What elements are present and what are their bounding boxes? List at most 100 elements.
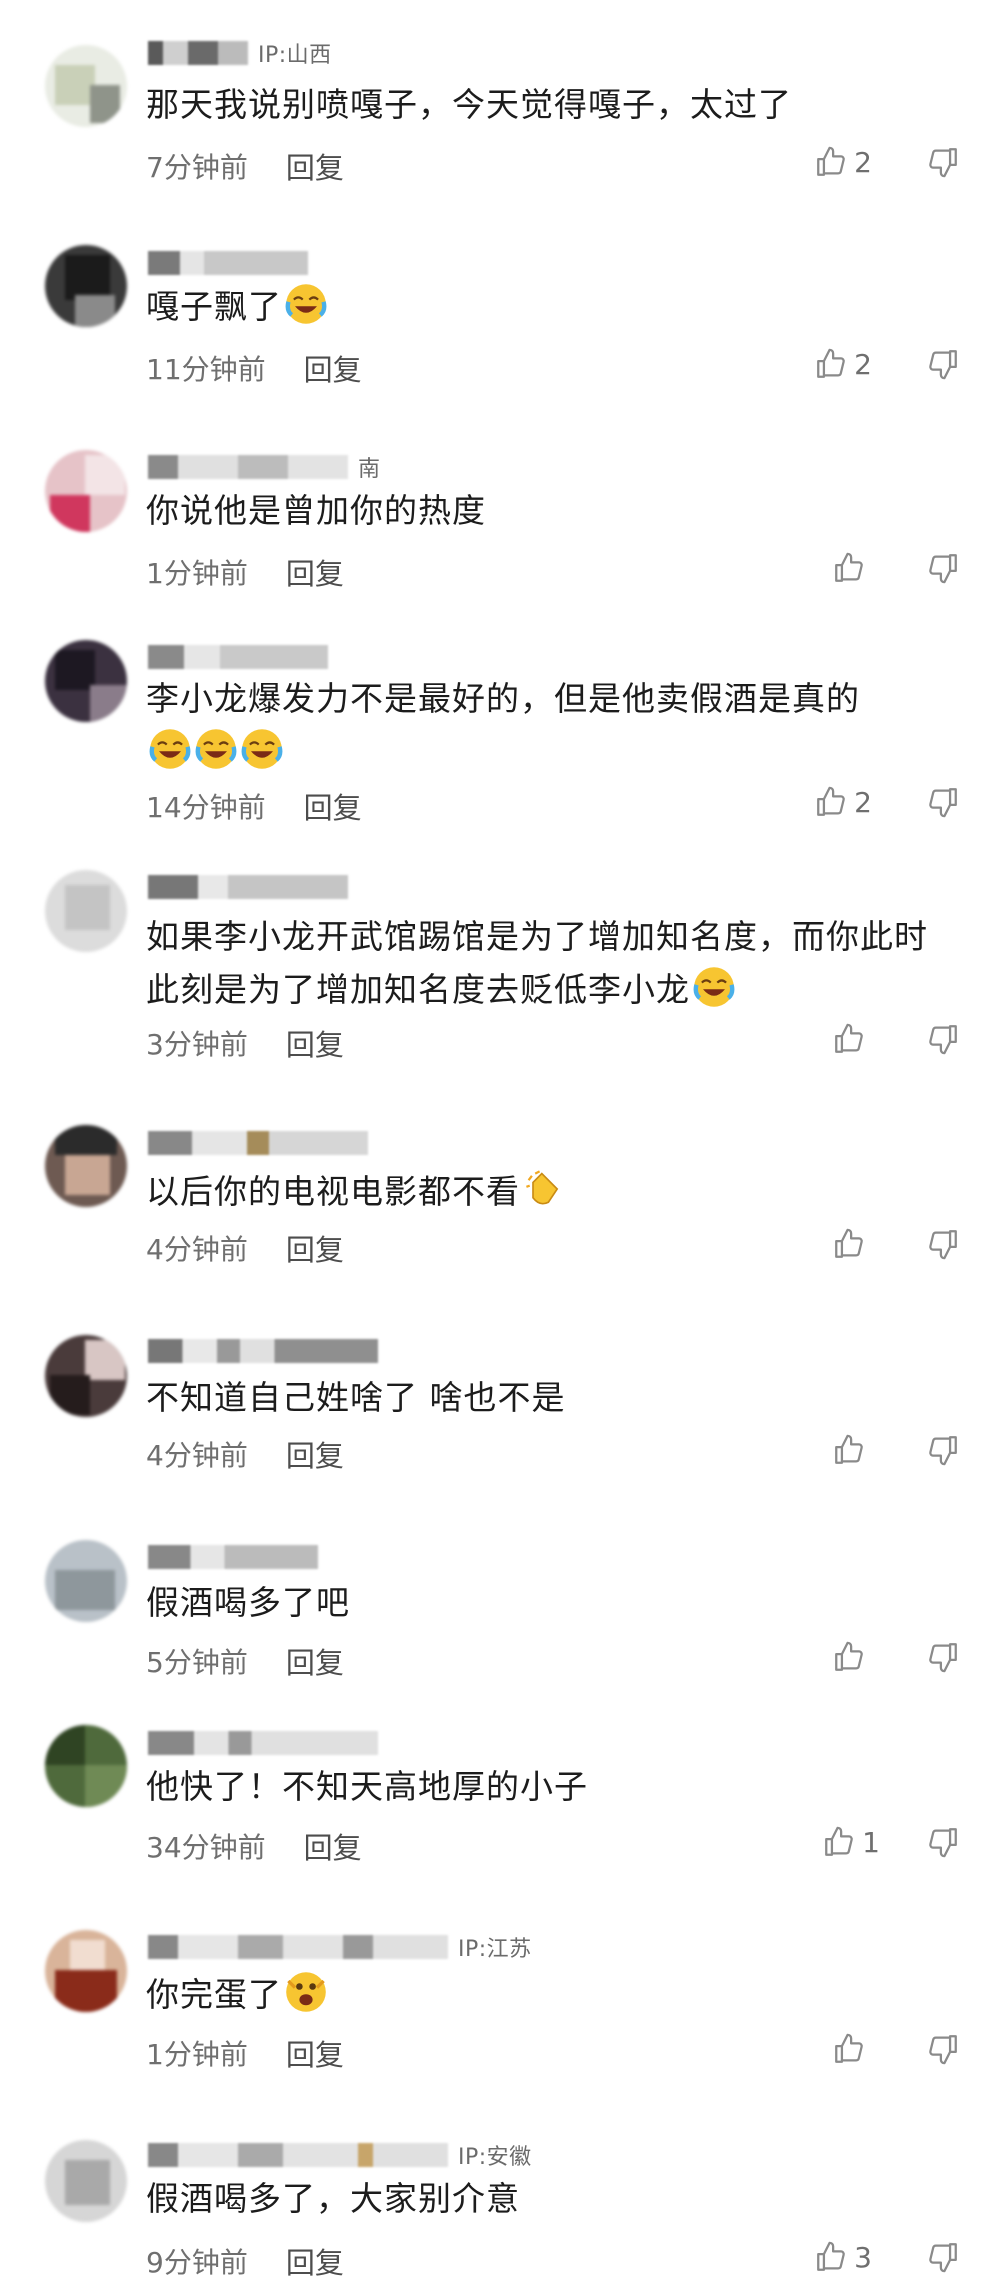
username-row: 南: [148, 452, 381, 482]
username-row: [148, 1728, 378, 1758]
avatar[interactable]: [45, 2140, 127, 2222]
comment-text: 你完蛋了: [146, 1968, 952, 2021]
reply-button[interactable]: 回复: [286, 1640, 344, 1682]
username-row: [148, 1336, 378, 1366]
ip-location: IP:山西: [258, 43, 332, 68]
like-button[interactable]: [832, 551, 872, 585]
comment-text: 不知道自己姓啥了 啥也不是: [146, 1378, 566, 1417]
reply-button[interactable]: 回复: [304, 347, 362, 389]
thumbs-down-icon: [926, 1825, 960, 1859]
thumbs-up-icon: [814, 2240, 848, 2274]
thumbs-down-icon: [926, 1433, 960, 1467]
like-count: 2: [854, 785, 872, 819]
avatar[interactable]: [45, 245, 127, 327]
thumbs-down-icon: [926, 347, 960, 381]
comment-text: 李小龙爆发力不是最好的，但是他卖假酒是真的: [146, 672, 952, 778]
like-button[interactable]: [832, 1022, 872, 1056]
reply-button[interactable]: 回复: [304, 1825, 362, 1867]
avatar[interactable]: [45, 1725, 127, 1807]
dislike-button[interactable]: [926, 1825, 960, 1859]
avatar[interactable]: [45, 1125, 127, 1207]
dislike-button[interactable]: [926, 2240, 960, 2274]
reply-button[interactable]: 回复: [286, 2240, 344, 2282]
like-button[interactable]: 1: [822, 1825, 880, 1859]
comment-text: 他快了！不知天高地厚的小子: [146, 1767, 588, 1806]
comment-meta: 1分钟前 回复: [146, 2032, 344, 2074]
like-button[interactable]: 2: [814, 347, 872, 381]
like-count: 2: [854, 145, 872, 179]
avatar[interactable]: [45, 640, 127, 722]
like-button[interactable]: [832, 2032, 872, 2066]
username-mosaic: [148, 1339, 378, 1363]
avatar[interactable]: [45, 1540, 127, 1622]
like-button[interactable]: 2: [814, 145, 872, 179]
like-button[interactable]: 3: [814, 2240, 872, 2274]
username-row: [148, 872, 348, 902]
comment-meta: 3分钟前 回复: [146, 1022, 344, 1064]
comment-meta: 9分钟前 回复: [146, 2240, 344, 2282]
laughing-crying-emoji: [284, 282, 328, 326]
like-count: 1: [862, 1825, 880, 1859]
avatar[interactable]: [45, 450, 127, 532]
dislike-button[interactable]: [926, 1433, 960, 1467]
thumbs-up-icon: [822, 1825, 856, 1859]
timestamp: 14分钟前: [146, 791, 266, 824]
comment-meta: 14分钟前 回复: [146, 785, 362, 827]
like-button[interactable]: [832, 1227, 872, 1261]
thumbs-down-icon: [926, 2240, 960, 2274]
thumbs-up-icon: [832, 1640, 866, 1674]
laughing-crying-emoji: [148, 727, 192, 771]
dislike-button[interactable]: [926, 1227, 960, 1261]
like-button[interactable]: [832, 1640, 872, 1674]
comment-text: 嘎子飘了: [146, 280, 952, 333]
dislike-button[interactable]: [926, 785, 960, 819]
dislike-button[interactable]: [926, 2032, 960, 2066]
thumbs-up-icon: [832, 1433, 866, 1467]
laughing-crying-emoji: [240, 727, 284, 771]
dislike-button[interactable]: [926, 347, 960, 381]
reply-button[interactable]: 回复: [286, 1022, 344, 1064]
timestamp: 1分钟前: [146, 557, 248, 590]
thumbs-down-icon: [926, 2032, 960, 2066]
scared-emoji: [284, 1970, 328, 2014]
username-mosaic: [148, 2143, 448, 2167]
comment-text: 那天我说别喷嘎子，今天觉得嘎子，太过了: [146, 85, 792, 124]
dislike-button[interactable]: [926, 551, 960, 585]
comment-meta: 5分钟前 回复: [146, 1640, 344, 1682]
dislike-button[interactable]: [926, 1640, 960, 1674]
username-mosaic: [148, 1731, 378, 1755]
comment-meta: 11分钟前 回复: [146, 347, 362, 389]
laughing-crying-emoji: [692, 965, 736, 1009]
avatar[interactable]: [45, 1930, 127, 2012]
comment-meta: 4分钟前 回复: [146, 1433, 344, 1475]
thumbs-up-icon: [814, 785, 848, 819]
timestamp: 34分钟前: [146, 1831, 266, 1864]
timestamp: 1分钟前: [146, 2038, 248, 2071]
reply-button[interactable]: 回复: [286, 1227, 344, 1269]
like-button[interactable]: [832, 1433, 872, 1467]
reply-button[interactable]: 回复: [286, 145, 344, 187]
username-row: IP:山西: [148, 38, 332, 68]
comment-meta: 4分钟前 回复: [146, 1227, 344, 1269]
reply-button[interactable]: 回复: [304, 785, 362, 827]
like-button[interactable]: 2: [814, 785, 872, 819]
thumbs-down-icon: [926, 1640, 960, 1674]
reply-button[interactable]: 回复: [286, 1433, 344, 1475]
reply-button[interactable]: 回复: [286, 551, 344, 593]
username-mosaic: [148, 251, 308, 275]
avatar[interactable]: [45, 870, 127, 952]
dislike-button[interactable]: [926, 1022, 960, 1056]
username-row: [148, 642, 328, 672]
dislike-button[interactable]: [926, 145, 960, 179]
thumbs-down-icon: [926, 1227, 960, 1261]
username-mosaic: [148, 1131, 368, 1155]
username-fragment: 南: [358, 457, 381, 482]
like-count: 3: [854, 2240, 872, 2274]
reply-button[interactable]: 回复: [286, 2032, 344, 2074]
ip-location: IP:安徽: [458, 2145, 532, 2170]
thumbs-up-icon: [832, 551, 866, 585]
avatar[interactable]: [45, 45, 127, 127]
username-row: [148, 1128, 368, 1158]
timestamp: 11分钟前: [146, 353, 266, 386]
avatar[interactable]: [45, 1335, 127, 1417]
